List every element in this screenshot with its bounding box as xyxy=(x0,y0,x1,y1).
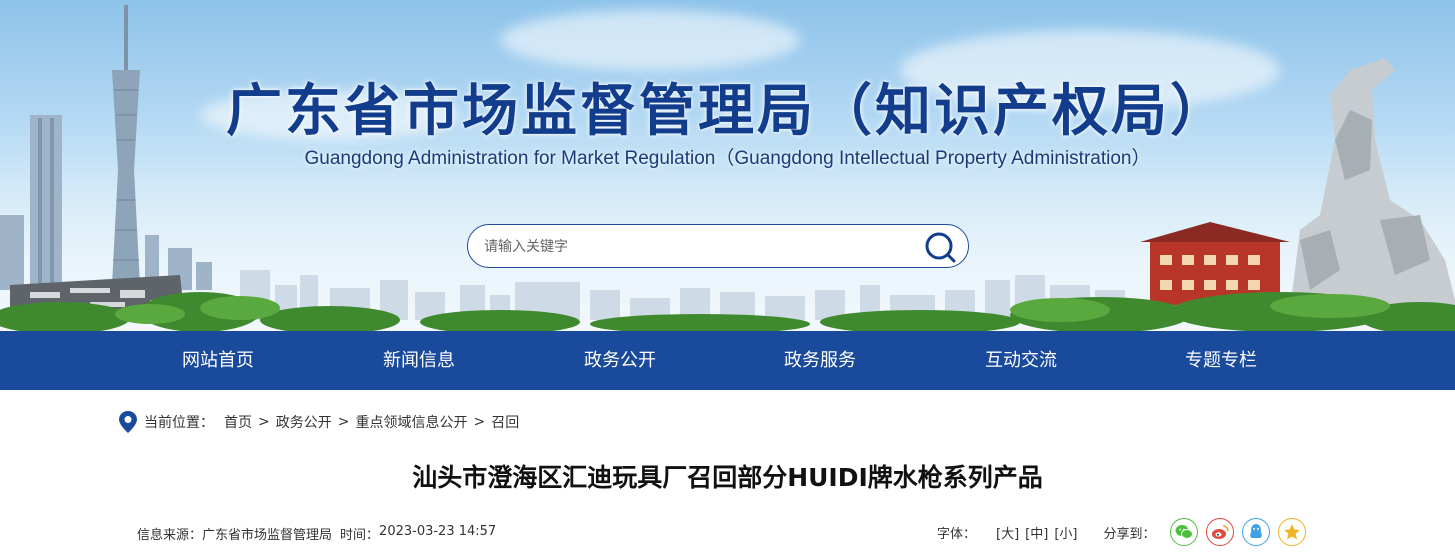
qq-icon xyxy=(1249,524,1262,538)
time-value: 2023-03-23 14:57 xyxy=(379,524,497,539)
search-input[interactable] xyxy=(484,235,924,259)
nav-item-gov-affairs-public[interactable]: 政务公开 xyxy=(520,331,720,390)
breadcrumb-key-areas[interactable]: 重点领域信息公开 xyxy=(355,412,467,432)
nav-item-interaction[interactable]: 互动交流 xyxy=(921,331,1121,390)
nav-item-news[interactable]: 新闻信息 xyxy=(319,331,519,390)
main-nav: 网站首页 新闻信息 政务公开 政务服务 互动交流 专题专栏 xyxy=(0,331,1455,390)
breadcrumb-separator: > xyxy=(258,414,270,430)
share-qzone-button[interactable] xyxy=(1277,518,1306,546)
site-subtitle: Guangdong Administration for Market Regu… xyxy=(304,148,1151,169)
font-size-label: 字体： xyxy=(937,526,977,542)
weibo-icon xyxy=(1211,525,1229,539)
breadcrumb: 当前位置： 首页 > 政务公开 > 重点领域信息公开 > 召回 xyxy=(118,410,519,434)
font-size-medium-button[interactable]: [中] xyxy=(1025,523,1048,542)
nav-item-home[interactable]: 网站首页 xyxy=(118,331,318,390)
qzone-icon xyxy=(1283,524,1300,540)
share-label: 分享到： xyxy=(1103,526,1156,542)
search-box xyxy=(467,224,969,268)
source-label: 信息来源： xyxy=(137,528,203,543)
time-label: 时间： xyxy=(340,528,380,543)
share-weibo-button[interactable] xyxy=(1205,518,1234,546)
font-size-small-button[interactable]: [小] xyxy=(1054,523,1077,542)
header-banner: 广东省市场监督管理局（知识产权局） Guangdong Administrati… xyxy=(0,0,1455,331)
breadcrumb-home[interactable]: 首页 xyxy=(224,412,252,432)
wechat-icon xyxy=(1175,525,1193,539)
breadcrumb-label: 当前位置： xyxy=(144,415,214,431)
location-pin-icon xyxy=(119,411,137,433)
site-title: 广东省市场监督管理局（知识产权局） xyxy=(226,79,1229,144)
breadcrumb-separator: > xyxy=(337,414,350,430)
meta-spacer xyxy=(332,524,340,543)
article-title: 汕头市澄海区汇迪玩具厂召回部分HUIDI牌水枪系列产品 xyxy=(412,463,1043,492)
nav-item-special-topics[interactable]: 专题专栏 xyxy=(1121,331,1321,390)
breadcrumb-separator: > xyxy=(473,414,486,430)
breadcrumb-recall[interactable]: 召回 xyxy=(491,412,519,432)
share-wechat-button[interactable] xyxy=(1169,518,1198,546)
source-value: 广东省市场监督管理局 xyxy=(202,528,333,543)
search-icon xyxy=(925,232,956,263)
breadcrumb-gov-affairs-public[interactable]: 政务公开 xyxy=(276,412,332,432)
article-meta: 信息来源： 广东省市场监督管理局 时间： 2023-03-23 14:57 xyxy=(137,524,496,543)
font-size-large-button[interactable]: [大] xyxy=(996,523,1019,542)
nav-item-gov-services[interactable]: 政务服务 xyxy=(720,331,920,390)
search-button[interactable] xyxy=(924,231,956,263)
article-tools: 字体： [大] [中] [小] 分享到： xyxy=(937,516,1314,548)
share-qq-button[interactable] xyxy=(1241,518,1270,546)
